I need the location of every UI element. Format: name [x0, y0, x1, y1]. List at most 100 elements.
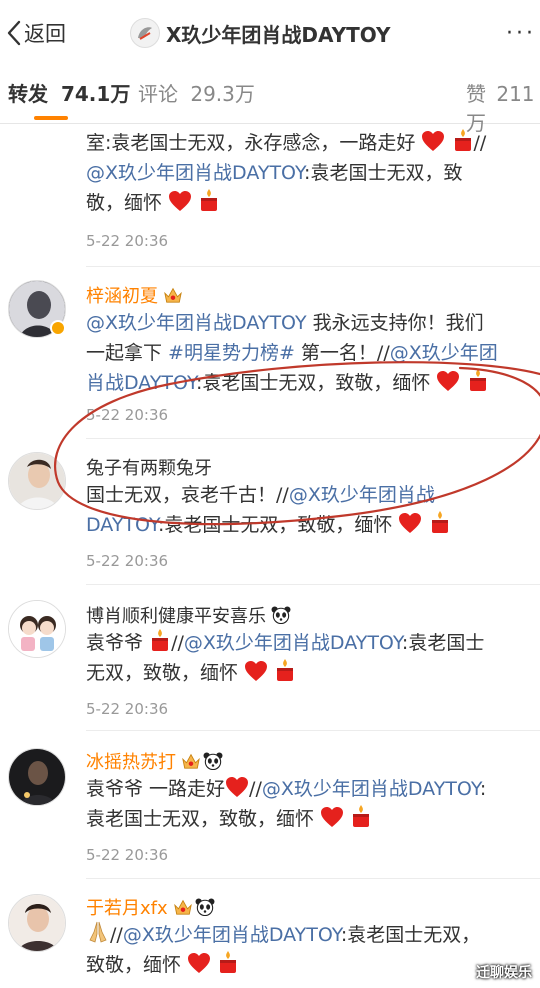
verified-badge-icon — [50, 320, 66, 336]
mention-link[interactable]: @X玖少年团肖战DAYTOY — [86, 162, 304, 184]
panda-icon — [195, 898, 215, 916]
username[interactable]: 兔子有两颗兔牙 — [86, 454, 212, 480]
page-title-text: X玖少年团肖战DAYTOY — [166, 22, 391, 47]
divider — [86, 438, 540, 439]
divider — [86, 584, 540, 585]
repost-text-line: :袁老国士无双，致敬，缅怀 — [196, 372, 431, 394]
tab-bar: 转发 74.1万 评论 29.3万 赞 211万 — [0, 66, 540, 135]
tab-comments-label: 评论 — [138, 82, 178, 106]
avatar[interactable] — [8, 600, 66, 658]
red-heart-icon — [225, 776, 249, 798]
repost-text: 室:袁老国士无双，永存感念，一路走好 // @X玖少年团肖战DAYTOY:袁老国… — [86, 128, 532, 218]
crown-badge-icon — [173, 898, 193, 916]
tab-comments[interactable]: 评论 29.3万 — [138, 78, 255, 107]
candle-icon — [350, 804, 372, 828]
tab-reposts-count: 74.1万 — [60, 82, 131, 106]
mention-link[interactable]: @X玖少年团肖战DAYTOY — [262, 778, 480, 800]
more-options-button[interactable]: ··· — [506, 14, 536, 52]
red-heart-icon — [421, 130, 445, 152]
tab-reposts[interactable]: 转发 74.1万 — [8, 78, 130, 107]
avatar[interactable] — [8, 452, 66, 510]
repost-text-line: :袁老国士无双，致敬，缅怀 — [158, 514, 393, 536]
repost-text-line: :袁老国士 — [401, 632, 485, 654]
mention-link[interactable]: 肖战DAYTOY — [86, 372, 196, 394]
repost-text-line: 袁爷爷 — [86, 632, 144, 654]
repost-text-line: : — [479, 778, 487, 800]
username[interactable]: 博肖顺利健康平安喜乐 — [86, 602, 291, 628]
mention-link[interactable]: DAYTOY — [86, 514, 158, 536]
username[interactable]: 梓涵初夏 — [86, 282, 183, 308]
username[interactable]: 于若月xfx — [86, 894, 215, 920]
repost-text-line: 敬，缅怀 — [86, 192, 163, 214]
crown-badge-icon — [181, 752, 201, 770]
panda-icon — [271, 606, 291, 624]
username-text: 兔子有两颗兔牙 — [86, 458, 212, 479]
red-heart-icon — [436, 370, 460, 392]
mention-link[interactable]: @X玖少年团 — [390, 342, 498, 364]
username-text: 于若月xfx — [86, 898, 168, 919]
avatar[interactable] — [8, 748, 66, 806]
timestamp: 5-22 20:36 — [86, 406, 169, 424]
candle-icon — [467, 368, 489, 392]
candle-icon — [217, 950, 239, 974]
timestamp: 5-22 20:36 — [86, 232, 169, 250]
repost-text-line: 国士无双，哀老千古！// — [86, 484, 289, 506]
repost-list: 室:袁老国士无双，永存感念，一路走好 // @X玖少年团肖战DAYTOY:袁老国… — [0, 124, 540, 988]
mention-link[interactable]: @X玖少年团肖战DAYTOY — [184, 632, 402, 654]
avatar[interactable] — [8, 894, 66, 952]
praying-hands-icon — [86, 920, 110, 944]
candle-icon — [452, 128, 474, 152]
repost-text: @X玖少年团肖战DAYTOY 我永远支持你！我们 一起拿下 #明星势力榜# 第一… — [86, 308, 532, 398]
active-tab-indicator — [34, 116, 68, 120]
repost-text-line: 袁爷爷 一路走好 — [86, 778, 226, 800]
red-heart-icon — [320, 806, 344, 828]
repost-text: 袁爷爷 //@X玖少年团肖战DAYTOY:袁老国士 无双，致敬，缅怀 — [86, 628, 532, 688]
repost-text-line: 第一名！// — [294, 342, 390, 364]
repost-text-line: 一起拿下 — [86, 342, 169, 364]
repost-text: 国士无双，哀老千古！//@X玖少年团肖战 DAYTOY:袁老国士无双，致敬，缅怀 — [86, 480, 532, 540]
red-heart-icon — [187, 952, 211, 974]
repost-text: //@X玖少年团肖战DAYTOY:袁老国士无双， 致敬，缅怀 — [86, 920, 532, 980]
mention-link[interactable]: @X玖少年团肖战 — [289, 484, 435, 506]
username-text: 博肖顺利健康平安喜乐 — [86, 606, 266, 627]
watermark: 迁聊娱乐 — [476, 965, 532, 981]
chevron-left-icon — [7, 20, 21, 46]
tab-reposts-label: 转发 — [8, 82, 48, 106]
red-heart-icon — [244, 660, 268, 682]
repost-text-line: // — [171, 632, 184, 654]
repost-text-line: // — [249, 778, 262, 800]
back-button[interactable]: 返回 — [4, 14, 66, 52]
divider — [86, 266, 540, 267]
mention-link[interactable]: @X玖少年团肖战DAYTOY — [123, 924, 341, 946]
candle-icon — [149, 628, 171, 652]
repost-text-line: 室:袁老国士无双，永存感念，一路走好 — [86, 132, 416, 154]
repost-text-line: 袁老国士无双，致敬，缅怀 — [86, 808, 315, 830]
tab-likes-label: 赞 — [466, 82, 486, 106]
repost-text: 袁爷爷 一路走好 //@X玖少年团肖战DAYTOY: 袁老国士无双，致敬，缅怀 — [86, 774, 532, 834]
page-title: X玖少年团肖战DAYTOY — [130, 14, 390, 52]
divider — [86, 730, 540, 731]
timestamp: 5-22 20:36 — [86, 552, 169, 570]
divider — [86, 878, 540, 879]
repost-text-line: 致敬，缅怀 — [86, 954, 182, 976]
candle-icon — [274, 658, 296, 682]
panda-icon — [203, 752, 223, 770]
repost-text-line: // — [110, 924, 123, 946]
timestamp: 5-22 20:36 — [86, 700, 169, 718]
candle-icon — [429, 510, 451, 534]
username-text: 梓涵初夏 — [86, 286, 158, 307]
back-label: 返回 — [24, 22, 66, 46]
account-avatar-icon — [130, 18, 160, 48]
crown-badge-icon — [163, 286, 183, 304]
username[interactable]: 冰摇热苏打 — [86, 748, 223, 774]
repost-text-line: :袁老国士无双，致 — [304, 162, 463, 184]
candle-icon — [198, 188, 220, 212]
red-heart-icon — [168, 190, 192, 212]
timestamp: 5-22 20:36 — [86, 846, 169, 864]
hashtag-link[interactable]: #明星势力榜# — [168, 342, 295, 364]
repost-text-line: :袁老国士无双， — [340, 924, 481, 946]
repost-text-line: 我永远支持你！我们 — [306, 312, 484, 334]
repost-text-line: 无双，致敬，缅怀 — [86, 662, 239, 684]
top-bar: 返回 X玖少年团肖战DAYTOY ··· — [0, 0, 540, 66]
mention-link[interactable]: @X玖少年团肖战DAYTOY — [86, 312, 307, 334]
